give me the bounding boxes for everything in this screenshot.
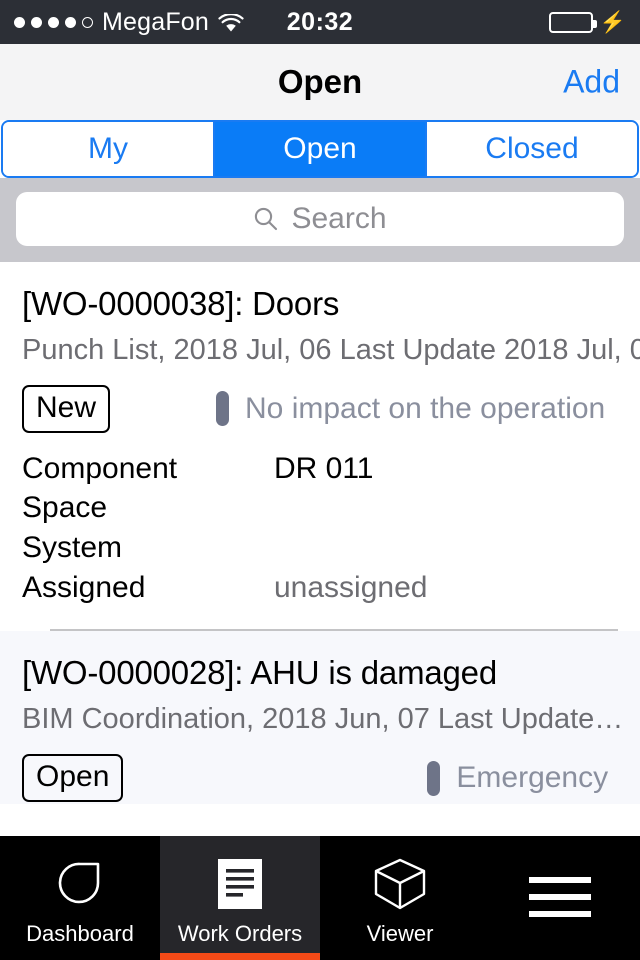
detail-row-system: System [22,528,618,568]
detail-key: Assigned [22,570,146,604]
priority-label: No impact on the operation [245,391,606,425]
detail-row-component: Component DR 011 [22,449,618,489]
search-input[interactable]: Search [16,192,624,246]
tab-closed[interactable]: Closed [427,122,637,176]
detail-key: Component [22,451,178,485]
priority-indicator: Emergency [427,760,609,796]
work-order-title: [WO-0000038]: Doors [22,285,340,322]
work-order-subtitle: Punch List, 2018 Jul, 06 Last Update 201… [22,333,640,366]
tab-dashboard[interactable]: Dashboard [0,836,160,960]
tab-my[interactable]: My [3,122,215,176]
work-order-list: [WO-0000038]: Doors Punch List, 2018 Jul… [0,262,640,805]
dashboard-droplet-icon [51,855,109,913]
work-order-subtitle: BIM Coordination, 2018 Jun, 07 Last Upda… [22,702,624,735]
hamburger-menu-icon [529,868,591,926]
battery-icon [548,11,597,33]
search-placeholder: Search [291,202,387,235]
work-order-meta-row: New No impact on the operation [22,383,618,435]
priority-indicator: No impact on the operation [216,391,606,427]
document-icon [211,855,269,913]
work-order-details: Component DR 011 Space System Assigned u… [22,449,618,607]
tab-label: Viewer [366,921,434,946]
bottom-tab-bar: Dashboard Work Orders Viewer [0,836,640,960]
list-item[interactable]: [WO-0000038]: Doors Punch List, 2018 Jul… [0,262,640,632]
list-item[interactable]: [WO-0000028]: AHU is damaged BIM Coordin… [0,631,640,805]
priority-label: Emergency [456,761,609,795]
tab-label: Work Orders [177,921,303,946]
work-order-meta-row: Open Emergency [22,752,618,804]
tab-label: Dashboard [26,921,134,946]
page-title: Open [277,63,363,100]
cube-icon [371,855,429,913]
app-screen: MegaFon 20:32 ⚡ Open Add My Open Closed [0,0,640,960]
navigation-bar: Open Add [0,44,640,120]
tab-viewer[interactable]: Viewer [320,836,480,960]
detail-key: Space [22,491,108,525]
priority-pill-icon [216,391,230,427]
tab-menu[interactable] [480,836,640,960]
status-badge: New [22,384,111,434]
status-bar-clock: 20:32 [286,7,354,36]
filter-segmented-control[interactable]: My Open Closed [1,120,639,178]
tab-work-orders[interactable]: Work Orders [160,836,320,960]
work-order-title: [WO-0000028]: AHU is damaged [22,654,497,692]
status-bar: MegaFon 20:32 ⚡ [0,0,640,44]
search-bar-container: Search [0,178,640,262]
detail-value: DR 011 [274,451,374,485]
priority-pill-icon [427,760,441,796]
detail-value: unassigned [274,570,428,604]
tab-open[interactable]: Open [215,122,427,176]
detail-row-space: Space [22,488,618,528]
status-badge: Open [22,753,124,803]
add-button[interactable]: Add [563,64,620,101]
search-icon [253,206,279,232]
detail-key: System [22,531,123,565]
detail-row-assigned: Assigned unassigned [22,568,618,608]
